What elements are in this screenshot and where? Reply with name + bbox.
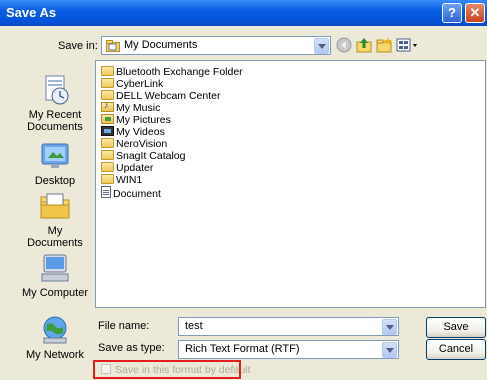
title-bar[interactable]: Save As ? ✕	[0, 0, 487, 26]
back-arrow-icon[interactable]	[336, 37, 352, 53]
close-button[interactable]: ✕	[465, 3, 485, 23]
window-title: Save As	[6, 5, 57, 20]
views-menu-icon[interactable]	[396, 37, 420, 53]
folder-icon	[101, 90, 114, 100]
folder-icon	[101, 138, 114, 148]
place-desktop[interactable]: Desktop	[20, 140, 90, 187]
place-my-documents[interactable]: My Documents	[20, 190, 90, 249]
new-folder-icon[interactable]	[376, 37, 392, 53]
save-button[interactable]: Save	[426, 317, 486, 338]
place-label: My Computer	[21, 287, 89, 299]
folder-icon	[101, 66, 114, 76]
folder-icon	[101, 162, 114, 172]
save-as-type-label: Save as type:	[98, 342, 165, 354]
place-my-recent-documents[interactable]: My Recent Documents	[20, 74, 90, 133]
list-item[interactable]: Document	[101, 186, 161, 200]
list-item[interactable]: WIN1	[101, 174, 142, 186]
list-item[interactable]: Bluetooth Exchange Folder	[101, 66, 243, 78]
highlight-annotation	[93, 360, 241, 379]
document-icon	[101, 186, 111, 198]
recent-documents-icon	[38, 74, 72, 106]
place-label: My Documents	[27, 225, 83, 249]
file-name-label: File name:	[98, 320, 150, 332]
place-my-network[interactable]: My Network	[20, 314, 90, 361]
list-item[interactable]: CyberLink	[101, 78, 163, 90]
pictures-folder-icon	[101, 114, 114, 124]
my-network-icon	[38, 314, 72, 346]
chevron-down-icon[interactable]	[382, 342, 397, 358]
desktop-icon	[38, 140, 72, 172]
save-in-dropdown[interactable]: My Documents	[101, 36, 331, 55]
place-label: My Network	[25, 349, 85, 361]
list-item[interactable]: My Videos	[101, 126, 165, 138]
list-item[interactable]: My Music	[101, 100, 160, 114]
save-as-dialog: Save As ? ✕ Save in: My Documents My Rec…	[0, 0, 487, 380]
folder-icon	[101, 150, 114, 160]
list-item[interactable]: SnagIt Catalog	[101, 150, 185, 162]
videos-folder-icon	[101, 126, 114, 136]
folder-icon	[101, 78, 114, 88]
places-bar: My Recent Documents Desktop My Documents…	[20, 62, 90, 362]
file-name-field[interactable]: test	[178, 317, 399, 336]
help-button[interactable]: ?	[442, 3, 462, 23]
file-list[interactable]: Bluetooth Exchange Folder CyberLink DELL…	[95, 60, 486, 308]
up-folder-icon[interactable]	[356, 37, 372, 53]
save-as-type-value: Rich Text Format (RTF)	[185, 343, 300, 355]
save-in-value: My Documents	[124, 39, 198, 51]
list-item[interactable]: NeroVision	[101, 138, 167, 150]
music-folder-icon	[101, 100, 114, 112]
place-my-computer[interactable]: My Computer	[20, 252, 90, 299]
my-documents-icon	[38, 190, 72, 222]
file-name-value[interactable]: test	[185, 320, 203, 332]
cancel-button[interactable]: Cancel	[426, 339, 486, 360]
list-item[interactable]: My Pictures	[101, 114, 171, 126]
list-item[interactable]: DELL Webcam Center	[101, 90, 220, 102]
save-in-label: Save in:	[58, 40, 98, 52]
my-computer-icon	[38, 252, 72, 284]
save-as-type-dropdown[interactable]: Rich Text Format (RTF)	[178, 340, 399, 359]
place-label: Desktop	[34, 175, 76, 187]
list-item[interactable]: Updater	[101, 162, 153, 174]
my-documents-small-icon	[106, 40, 120, 55]
folder-icon	[101, 174, 114, 184]
chevron-down-icon[interactable]	[382, 319, 397, 335]
place-label: My Recent Documents	[27, 109, 83, 133]
chevron-down-icon[interactable]	[314, 38, 329, 54]
